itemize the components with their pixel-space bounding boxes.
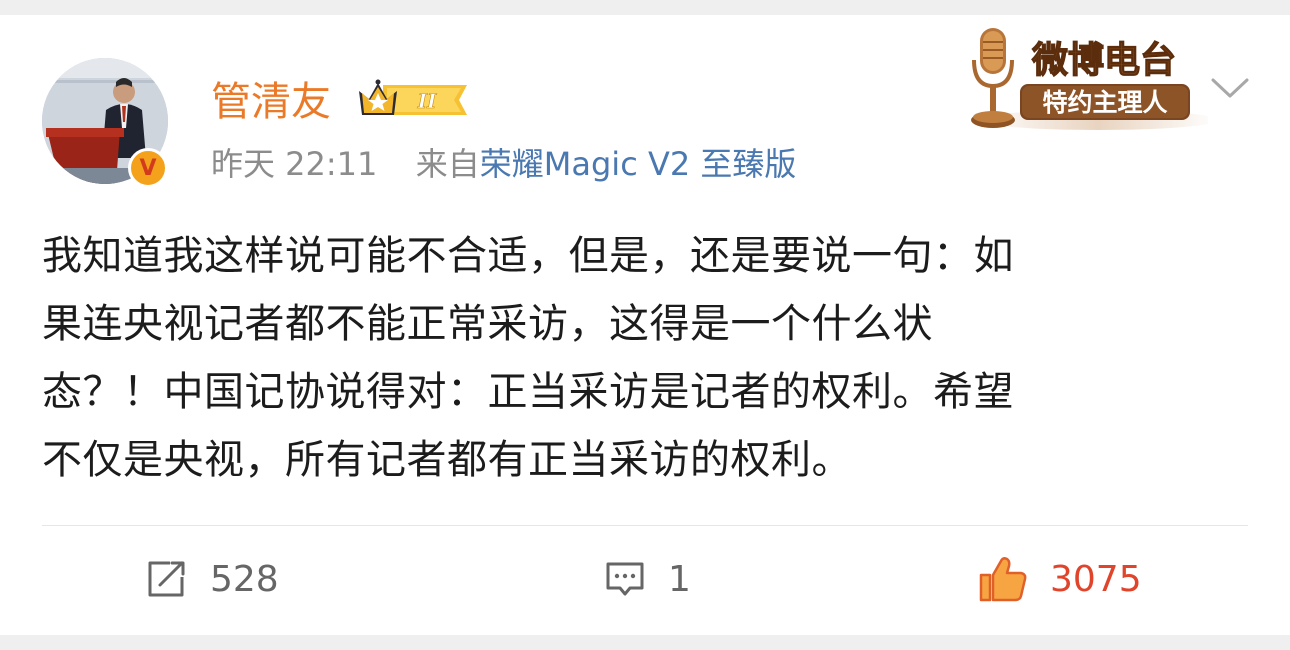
chevron-down-icon[interactable] [1210, 77, 1250, 99]
weibo-post-card: V 管清友 II 昨天 22:11 来自荣耀Magic V2 至臻版 微博电台 … [0, 15, 1290, 635]
comment-icon [606, 562, 644, 596]
post-meta: 昨天 22:11 来自荣耀Magic V2 至臻版 [211, 143, 796, 185]
like-count: 3075 [1050, 558, 1142, 600]
microphone-icon [971, 28, 1015, 128]
badge-title: 微博电台 [1031, 40, 1176, 81]
source-device-link[interactable]: 荣耀Magic V2 至臻版 [480, 145, 797, 183]
badge-subtitle: 特约主理人 [1042, 88, 1167, 117]
source-prefix: 来自 [415, 145, 480, 183]
comment-count: 1 [668, 558, 691, 600]
comment-button[interactable]: 1 [604, 555, 691, 603]
post-time: 昨天 22:11 [211, 145, 378, 183]
vip-level-text: II [417, 89, 437, 113]
vip-crown-badge-icon[interactable]: II [357, 79, 471, 121]
content-line: 果连央视记者都不能正常采访，这得是一个什么状 [42, 301, 933, 347]
username[interactable]: 管清友 [211, 75, 331, 129]
post-content: 我知道我这样说可能不合适，但是，还是要说一句：如 果连央视记者都不能正常采访，这… [42, 222, 1242, 494]
weibo-radio-host-badge[interactable]: 微博电台 特约主理人 [958, 20, 1208, 138]
content-line: 我知道我这样说可能不合适，但是，还是要说一句：如 [42, 233, 1014, 279]
repost-button[interactable]: 528 [146, 555, 279, 603]
content-line: 不仅是央视，所有记者都有正当采访的权利。 [42, 437, 852, 483]
like-button[interactable]: 3075 [978, 555, 1142, 603]
divider [42, 525, 1248, 526]
thumbs-up-icon [979, 557, 1027, 602]
verified-badge-icon: V [128, 148, 168, 188]
repost-count: 528 [210, 558, 279, 600]
repost-icon [148, 561, 185, 597]
content-line: 态？！中国记协说得对：正当采访是记者的权利。希望 [42, 369, 1014, 415]
